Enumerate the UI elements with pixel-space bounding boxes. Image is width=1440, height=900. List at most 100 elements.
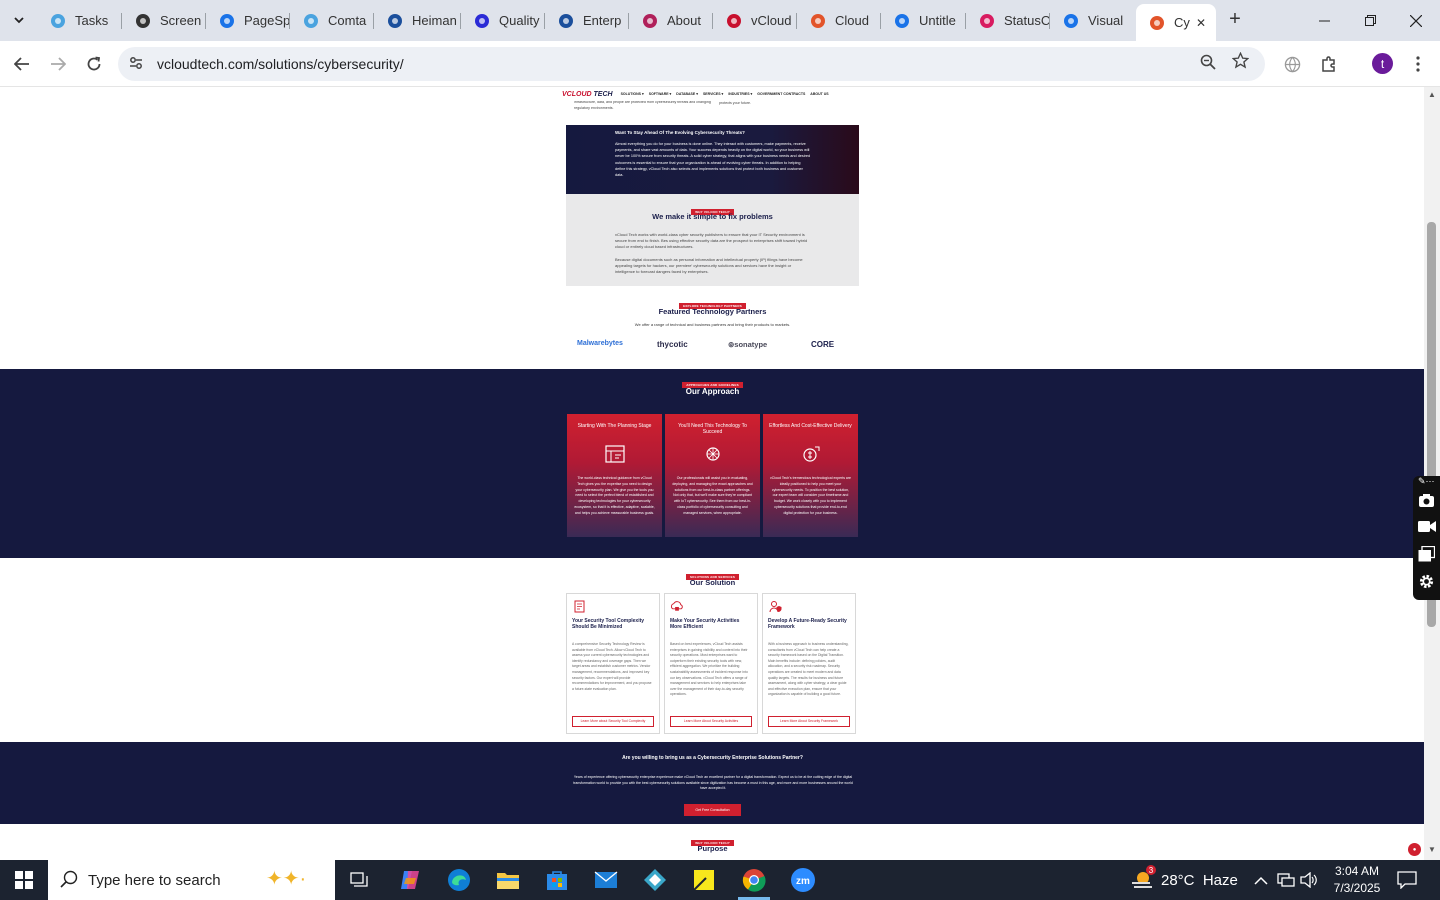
browser-tab[interactable]: Comta [290,4,374,37]
store-icon [547,871,567,890]
browser-tab[interactable]: About [629,4,713,37]
taskbar-zoom[interactable]: zm [779,860,827,900]
browser-tab[interactable]: Enterp [545,4,629,37]
show-hidden-icons-button[interactable] [1254,860,1268,900]
close-tab-icon[interactable]: ✕ [1196,16,1206,30]
forward-button[interactable] [44,50,72,78]
site-nav-item[interactable]: SOLUTIONS ▾ [621,92,644,96]
taskbar-sticky-notes[interactable] [680,860,728,900]
partner-logo-core[interactable]: CORE [811,340,834,349]
browser-tab[interactable]: StatusC [966,4,1050,37]
close-window-button[interactable] [1393,0,1439,41]
tab-search-button[interactable] [6,7,32,33]
profile-avatar[interactable]: t [1372,53,1393,74]
scroll-down-arrow-icon[interactable]: ▼ [1428,845,1436,854]
screen-icon [134,12,151,29]
taskbar-chrome[interactable] [730,860,778,900]
translate-button[interactable] [1278,50,1306,78]
solution-card-complexity: Your Security Tool Complexity Should Be … [566,593,660,734]
taskbar-search-box[interactable]: Type here to search ✦✦· [48,860,335,900]
partner-logo-thycotic[interactable]: thycotic [657,340,688,349]
browser-tab[interactable]: Quality [461,4,545,37]
gallery-icon[interactable] [1418,545,1436,566]
minimize-button[interactable] [1301,0,1347,41]
edge-icon [448,869,470,891]
browser-tab[interactable]: vCloud [713,4,797,37]
windows-taskbar: Type here to search ✦✦· zm 3 28°C Haze 3… [0,860,1440,900]
network-status[interactable] [1277,860,1295,900]
taskbar-edge[interactable] [435,860,483,900]
partner-logo-malwarebytes[interactable]: Malwarebytes [577,340,623,347]
cloud-icon [809,12,826,29]
browser-tab[interactable]: PageSp [206,4,290,37]
partner-logo-sonatype[interactable]: ⊚sonatype [728,340,767,349]
learn-more-complexity-button[interactable]: Learn More about Security Tool Complexit… [572,716,654,727]
weather-widget[interactable]: 3 28°C Haze [1130,860,1238,900]
new-tab-button[interactable]: + [1224,8,1246,31]
address-bar[interactable]: vcloudtech.com/solutions/cybersecurity/ [118,47,1265,81]
browser-tab[interactable]: Cloud [797,4,881,37]
start-button[interactable] [0,860,48,900]
folder-icon [497,873,519,889]
quality-icon [473,12,490,29]
reload-button[interactable] [80,50,108,78]
tab-label: StatusC [1004,13,1050,28]
page-scrollbar[interactable]: ▲ ▼ [1424,87,1440,860]
back-button[interactable] [8,50,36,78]
back-arrow-icon [14,57,29,71]
logo-accent-text: TECH [593,90,613,98]
site-nav-item[interactable]: DATABASE ▾ [676,92,698,96]
chat-widget-icon[interactable]: ● [1408,843,1421,856]
notifications-button[interactable] [1397,860,1417,900]
site-logo[interactable]: VCLOUD TECH [562,91,613,98]
browser-tab[interactable]: Heiman [374,4,461,37]
bookmark-star-icon[interactable] [1231,51,1250,74]
taskbar-mail[interactable] [582,860,630,900]
camera-icon[interactable] [1418,493,1435,512]
browser-tab[interactable]: Tasks [37,4,122,37]
site-nav-item[interactable]: INDUSTRIES ▾ [728,92,752,96]
site-nav-item[interactable]: SOFTWARE ▾ [649,92,672,96]
free-consultation-button[interactable]: Get Free Consultation [684,804,741,816]
extensions-button[interactable] [1315,50,1343,78]
taskbar-copilot[interactable] [386,860,434,900]
partner-cta-question: Are you willing to bring us as a Cyberse… [622,755,803,761]
scroll-up-arrow-icon[interactable]: ▲ [1428,90,1436,99]
browser-menu-button[interactable] [1404,50,1432,78]
learn-more-activities-button[interactable]: Learn More About Security Activities [670,716,752,727]
site-nav-item[interactable]: SERVICES ▾ [703,92,723,96]
taskbar-app-diamond[interactable] [631,860,679,900]
zoom-icon[interactable] [1200,54,1216,74]
site-nav-item[interactable]: GOVERNMENT CONTRACTS [757,92,805,96]
maximize-button[interactable] [1347,0,1393,41]
browser-tab[interactable]: Cy ✕ [1136,4,1216,41]
volume-control[interactable] [1300,860,1318,900]
taskbar-file-explorer[interactable] [484,860,532,900]
why-title: We make it simple to fix problems [652,212,773,221]
site-info-icon[interactable] [128,55,144,74]
heiman-icon [386,12,403,29]
browser-toolbar: vcloudtech.com/solutions/cybersecurity/ … [0,41,1440,87]
windows-logo-icon [15,871,33,889]
solution-card-title: Develop A Future-Ready Security Framewor… [768,618,847,630]
tab-strip: Tasks Screen PageSp Comta Heiman Quality Enter… [0,0,1440,41]
browser-tab[interactable]: Screen [122,4,206,37]
purpose-title: Purpose [697,844,728,853]
url-text[interactable]: vcloudtech.com/solutions/cybersecurity/ [157,56,404,72]
enterprise-icon [557,12,574,29]
forward-arrow-icon [51,57,66,71]
video-camera-icon[interactable] [1418,520,1436,537]
approach-card-text: Our professionals will assist you in eva… [672,476,753,515]
partner-cta-section: Are you willing to bring us as a Cyberse… [0,742,1424,824]
sticky-notes-icon [693,870,714,891]
browser-tab[interactable]: Untitle [881,4,966,37]
site-nav-item[interactable]: ABOUT US [810,92,828,96]
task-view-button[interactable] [336,860,384,900]
settings-gear-icon[interactable] [1418,573,1435,594]
pin-icon[interactable]: ✎⋯ [1418,476,1435,487]
browser-tab[interactable]: Visual [1050,4,1136,37]
taskbar-clock[interactable]: 3:04 AM 7/3/2025 [1318,863,1396,897]
taskbar-store[interactable] [533,860,581,900]
learn-more-framework-button[interactable]: Learn More About Security Framework [768,716,850,727]
person-shield-icon [768,599,782,613]
